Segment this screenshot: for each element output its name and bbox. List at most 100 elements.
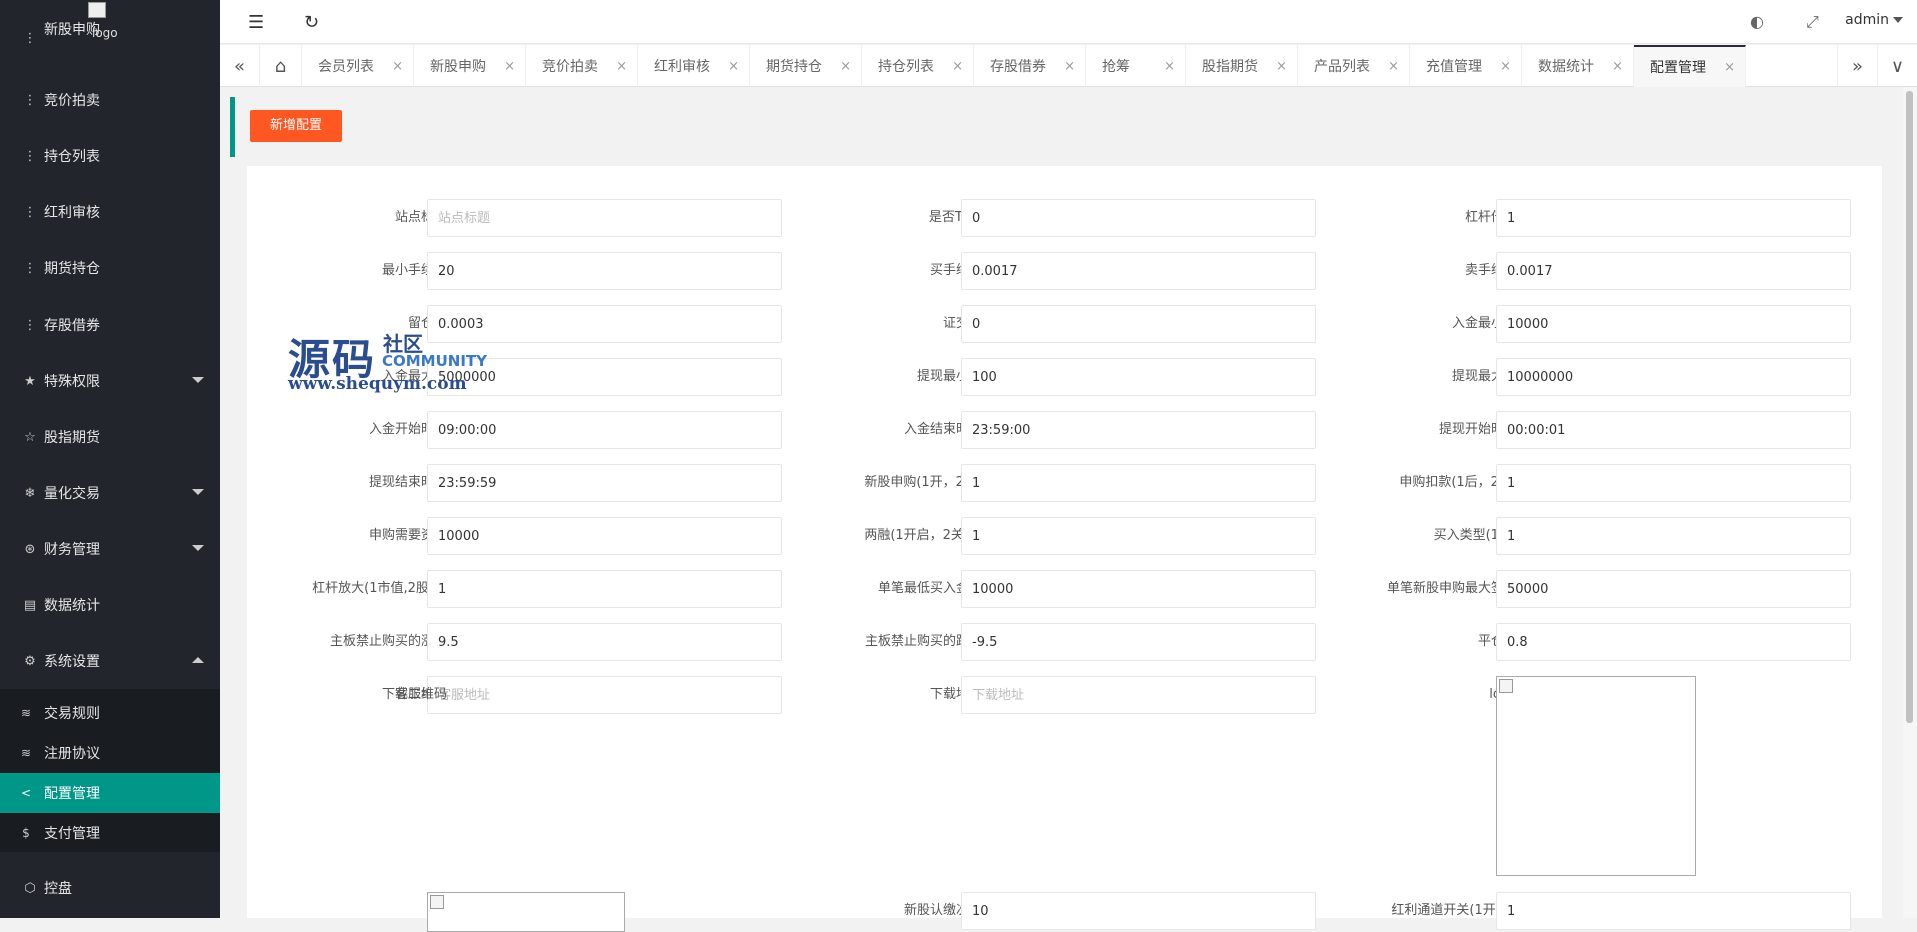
tab-bar: « ⌂ 会员列表 × 新股申购 × 竞价拍卖 × 红利审核 × 期货持仓 × 持仓列表 × 存股借券 × 抢… xyxy=(220,45,1917,87)
submenu-icon: ≋ xyxy=(20,746,32,760)
sidebar-item[interactable]: ❄ 量化交易 xyxy=(0,465,220,521)
field-input[interactable] xyxy=(1496,305,1851,343)
close-icon[interactable]: × xyxy=(616,59,627,74)
field-input[interactable] xyxy=(961,623,1316,661)
close-icon[interactable]: × xyxy=(392,59,403,74)
field-input[interactable] xyxy=(1496,517,1851,555)
field-input[interactable] xyxy=(1496,570,1851,608)
page-scrollbar[interactable] xyxy=(1903,87,1917,918)
field-input[interactable] xyxy=(961,517,1316,555)
submenu-icon: ≋ xyxy=(20,706,32,720)
close-icon[interactable]: × xyxy=(1612,59,1623,74)
tab[interactable]: 期货持仓 × xyxy=(750,45,862,87)
field-input[interactable] xyxy=(961,252,1316,290)
sidebar-item[interactable]: ⋮ 持仓列表 xyxy=(0,128,220,184)
field-input[interactable] xyxy=(961,411,1316,449)
theme-icon[interactable]: ◐ xyxy=(1750,12,1764,31)
tab[interactable]: 抢筹 × xyxy=(1086,45,1186,87)
field-input[interactable] xyxy=(1496,464,1851,502)
logo-image[interactable] xyxy=(1496,676,1696,876)
field-input[interactable] xyxy=(427,199,782,237)
field-input[interactable] xyxy=(427,676,782,714)
field-input[interactable] xyxy=(427,411,782,449)
sidebar-item[interactable]: ★ 特殊权限 xyxy=(0,353,220,409)
menu-icon: ▤ xyxy=(23,597,37,613)
tab[interactable]: 新股申购 × xyxy=(414,45,526,87)
tab[interactable]: 存股借券 × xyxy=(974,45,1086,87)
qr-code-image[interactable] xyxy=(427,892,625,932)
close-icon[interactable]: × xyxy=(840,59,851,74)
tab[interactable]: 竞价拍卖 × xyxy=(526,45,638,87)
user-menu[interactable]: admin xyxy=(1845,12,1903,28)
sidebar-item[interactable]: ⋮ 存股借券 xyxy=(0,297,220,353)
field-input[interactable] xyxy=(961,464,1316,502)
field-input[interactable] xyxy=(1496,623,1851,661)
close-icon[interactable]: × xyxy=(1064,59,1075,74)
field-input[interactable] xyxy=(1496,252,1851,290)
field-input[interactable] xyxy=(961,199,1316,237)
fullscreen-icon[interactable]: ⤢ xyxy=(1806,12,1819,32)
tabs-dropdown-icon[interactable]: ∨ xyxy=(1877,45,1917,87)
field-label: 卖手续费 xyxy=(1464,263,1517,278)
field-input[interactable] xyxy=(1496,411,1851,449)
tab[interactable]: 股指期货 × xyxy=(1186,45,1298,87)
sidebar-item-partial[interactable]: ⋮ 新股申购 xyxy=(0,18,220,58)
sidebar-item[interactable]: ⊛ 财务管理 xyxy=(0,521,220,577)
field-input[interactable] xyxy=(961,676,1316,714)
watermark: 源码 社区 COMMUNITY www.shequym.com xyxy=(288,324,488,396)
field-input[interactable] xyxy=(427,570,782,608)
sidebar-item[interactable]: ▤ 数据统计 xyxy=(0,577,220,633)
sidebar-subitem[interactable]: $ 支付管理 xyxy=(0,813,220,853)
field-label: 两融(1开启，2关闭) xyxy=(864,528,982,543)
tab[interactable]: 数据统计 × xyxy=(1522,45,1634,87)
close-icon[interactable]: × xyxy=(1724,60,1735,75)
caret-up-icon xyxy=(192,657,204,663)
field-input[interactable] xyxy=(1496,358,1851,396)
field-input[interactable] xyxy=(1496,199,1851,237)
sidebar: logo ⋮ 新股申购 ⋮ 竞价拍卖 ⋮ 持仓列表 ⋮ 红利审核 ⋮ 期货持仓 ⋮ 存股借券 ★ 特殊… xyxy=(0,0,220,918)
close-icon[interactable]: × xyxy=(1388,59,1399,74)
field-input[interactable] xyxy=(427,517,782,555)
field-input[interactable] xyxy=(961,305,1316,343)
close-icon[interactable]: × xyxy=(1276,59,1287,74)
field-input[interactable] xyxy=(961,358,1316,396)
tab[interactable]: 持仓列表 × xyxy=(862,45,974,87)
field-input[interactable] xyxy=(427,464,782,502)
field-input[interactable] xyxy=(427,623,782,661)
home-icon[interactable]: ⌂ xyxy=(260,45,302,87)
sidebar-item[interactable]: ☆ 股指期货 xyxy=(0,409,220,465)
tab[interactable]: 配置管理 × xyxy=(1634,45,1746,87)
tab-label: 充值管理 xyxy=(1426,59,1482,75)
add-config-button[interactable]: 新增配置 xyxy=(250,110,342,142)
close-icon[interactable]: × xyxy=(1500,59,1511,74)
sidebar-subitem[interactable]: ≋ 交易规则 xyxy=(0,693,220,733)
refresh-icon[interactable]: ↻ xyxy=(304,12,319,33)
field-input[interactable] xyxy=(427,252,782,290)
sidebar-item-control[interactable]: ⬡ 控盘 xyxy=(0,860,220,916)
menu-toggle-icon[interactable]: ☰ xyxy=(248,12,264,33)
sidebar-item[interactable]: ⚙ 系统设置 xyxy=(0,633,220,689)
close-icon[interactable]: × xyxy=(1164,59,1175,74)
sidebar-item[interactable]: ⋮ 红利审核 xyxy=(0,184,220,240)
sidebar-item[interactable]: ⋮ 期货持仓 xyxy=(0,240,220,296)
tabs-next-icon[interactable]: » xyxy=(1837,45,1877,87)
close-icon[interactable]: × xyxy=(504,59,515,74)
tab[interactable]: 充值管理 × xyxy=(1410,45,1522,87)
menu-icon: ❄ xyxy=(24,485,36,501)
sidebar-item[interactable]: ⋮ 竞价拍卖 xyxy=(0,72,220,128)
tab[interactable]: 产品列表 × xyxy=(1298,45,1410,87)
sidebar-subitem[interactable]: ≋ 注册协议 xyxy=(0,733,220,773)
ipo-times-input[interactable] xyxy=(961,892,1316,930)
field-label: 单笔最低买入金额 xyxy=(877,581,982,596)
sidebar-subitem[interactable]: < 配置管理 xyxy=(0,773,220,813)
close-icon[interactable]: × xyxy=(952,59,963,74)
dividend-switch-input[interactable] xyxy=(1496,892,1851,930)
tab-label: 竞价拍卖 xyxy=(542,59,598,75)
scrollbar-thumb[interactable] xyxy=(1906,91,1913,723)
close-icon[interactable]: × xyxy=(728,59,739,74)
field-input[interactable] xyxy=(961,570,1316,608)
tab[interactable]: 会员列表 × xyxy=(302,45,414,87)
tabs-prev-icon[interactable]: « xyxy=(220,45,260,87)
field-label: 新股申购(1开，2关) xyxy=(864,475,982,490)
tab[interactable]: 红利审核 × xyxy=(638,45,750,87)
